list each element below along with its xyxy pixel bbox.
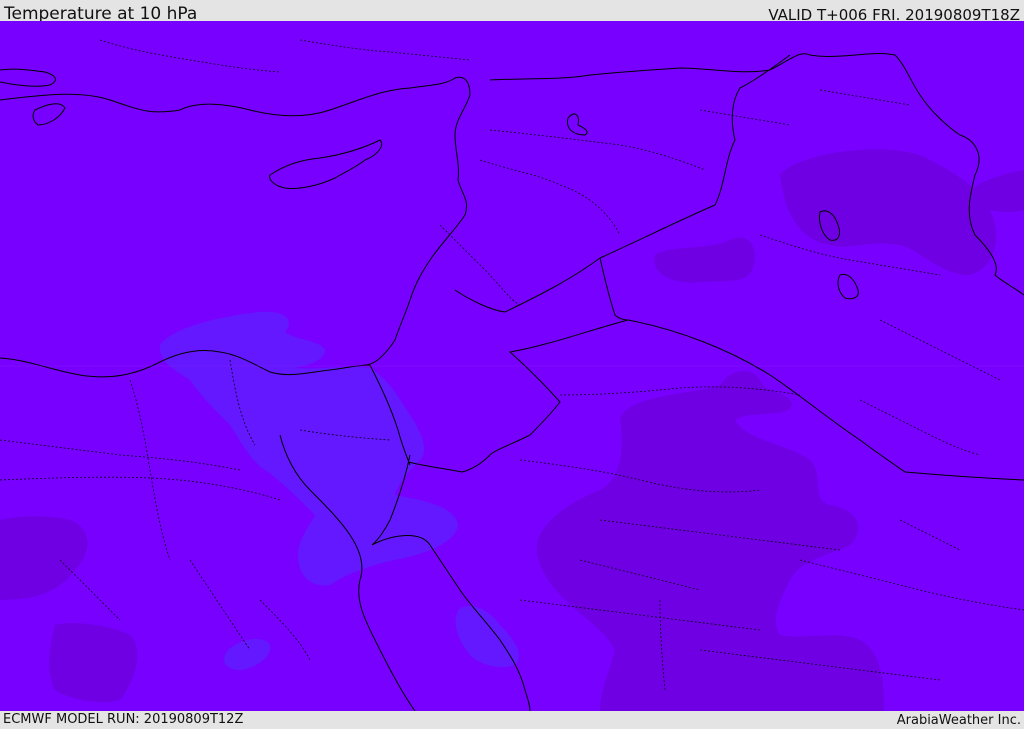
weather-map[interactable] [0, 21, 1024, 711]
model-run-label: ECMWF MODEL RUN: 20190809T12Z [3, 712, 244, 727]
credit-label: ArabiaWeather Inc. [896, 713, 1021, 728]
header-bar: Temperature at 10 hPa VALID T+006 FRI. 2… [0, 0, 1024, 24]
map-canvas [0, 21, 1024, 711]
footer-bar: ECMWF MODEL RUN: 20190809T12Z ArabiaWeat… [0, 711, 1024, 729]
